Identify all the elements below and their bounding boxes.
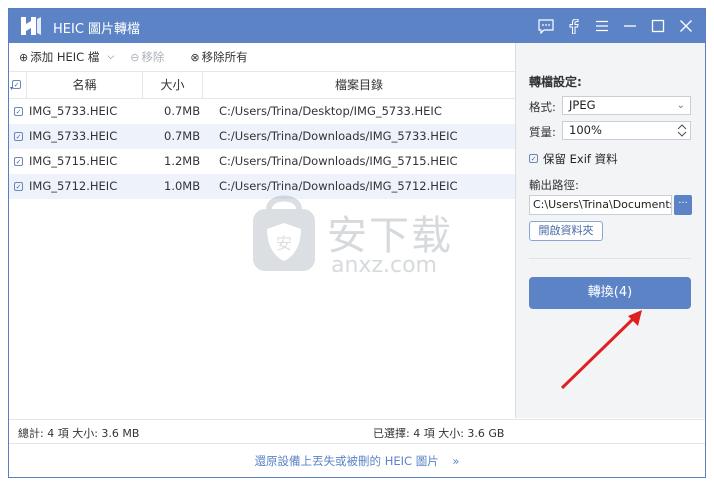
file-dir: C:/Users/Trina/Downloads/IMG_5715.HEIC	[219, 154, 458, 168]
stepper-arrows-icon[interactable]	[677, 123, 687, 138]
watermark-shield-icon: 安	[253, 195, 315, 271]
settings-title: 轉檔設定:	[529, 75, 582, 89]
table-row[interactable]: ✓ IMG_5715.HEIC 1.2MB C:/Users/Trina/Dow…	[9, 149, 515, 174]
file-name: IMG_5712.HEIC	[29, 179, 118, 193]
row-checkbox[interactable]: ✓	[14, 107, 23, 116]
output-path-field[interactable]: C:\Users\Trina\Documents\	[529, 195, 672, 215]
open-folder-button[interactable]: 開啟資料夾	[529, 221, 603, 241]
minimize-icon[interactable]	[617, 15, 643, 37]
row-checkbox[interactable]: ✓	[14, 182, 23, 191]
x-circle-icon: ⊗	[190, 50, 200, 64]
red-arrow-annotation	[560, 310, 642, 390]
file-name: IMG_5715.HEIC	[29, 154, 118, 168]
file-size: 0.7MB	[164, 129, 201, 143]
remove-label: 移除	[141, 50, 165, 64]
list-toolbar: ⊕ 添加 HEIC 檔 ⌵ ⊖ 移除 ⊗ 移除所有	[9, 43, 515, 71]
quality-value: 100%	[569, 123, 602, 137]
remove-all-label: 移除所有	[201, 50, 248, 64]
select-all-checkbox[interactable]: ✓ ▾	[9, 72, 27, 98]
add-heic-button[interactable]: ⊕ 添加 HEIC 檔 ⌵	[19, 49, 114, 65]
file-size: 1.0MB	[164, 179, 201, 193]
feedback-icon[interactable]	[533, 15, 559, 37]
file-dir: C:/Users/Trina/Downloads/IMG_5733.HEIC	[219, 129, 458, 143]
plus-circle-icon: ⊕	[19, 50, 29, 64]
chevron-down-icon: ⌄	[676, 100, 685, 111]
svg-text:安: 安	[276, 234, 292, 253]
minus-circle-icon: ⊖	[130, 50, 140, 64]
remove-all-button[interactable]: ⊗ 移除所有	[190, 49, 247, 65]
quality-stepper[interactable]: 100%	[562, 121, 691, 140]
status-total: 總計: 4 項 大小: 3.6 MB	[18, 427, 140, 440]
table-header: ✓ ▾ 名稱 大小 檔案目錄	[9, 71, 515, 99]
file-name: IMG_5733.HEIC	[29, 104, 118, 118]
format-value: JPEG	[569, 98, 596, 112]
format-select[interactable]: JPEG ⌄	[562, 96, 691, 115]
divider	[529, 258, 691, 259]
checkbox-checked-icon: ✓	[12, 80, 21, 89]
status-selected: 已選擇: 4 項 大小: 3.6 GB	[373, 427, 505, 440]
col-header-size[interactable]: 大小	[143, 72, 203, 98]
file-dir: C:/Users/Trina/Desktop/IMG_5733.HEIC	[219, 104, 442, 118]
file-name: IMG_5733.HEIC	[29, 129, 118, 143]
maximize-icon[interactable]	[645, 15, 671, 37]
format-label: 格式:	[529, 100, 556, 114]
col-header-name[interactable]: 名稱	[27, 72, 143, 98]
table-row[interactable]: ✓ IMG_5733.HEIC 0.7MB C:/Users/Trina/Dow…	[9, 124, 515, 149]
row-checkbox[interactable]: ✓	[14, 132, 23, 141]
table-row[interactable]: ✓ IMG_5733.HEIC 0.7MB C:/Users/Trina/Des…	[9, 99, 515, 124]
recover-link[interactable]: 還原設備上丟失或被刪的 HEIC 圖片 »	[9, 443, 705, 478]
recover-link-text: 還原設備上丟失或被刪的 HEIC 圖片	[254, 454, 439, 468]
file-size: 1.2MB	[164, 154, 201, 168]
browse-button[interactable]: ···	[674, 195, 692, 215]
checkbox-checked-icon: ✓	[529, 154, 538, 163]
title-bar: HEIC 圖片轉檔	[9, 9, 705, 43]
watermark-sub: anxz.com	[331, 253, 437, 278]
double-chevron-icon: »	[452, 454, 460, 468]
window-title: HEIC 圖片轉檔	[53, 22, 141, 37]
watermark: 安 安下载 anxz.com	[249, 189, 479, 289]
status-bar: 總計: 4 項 大小: 3.6 MB 已選擇: 4 項 大小: 3.6 GB	[9, 419, 705, 444]
facebook-icon[interactable]	[561, 15, 587, 37]
row-checkbox[interactable]: ✓	[14, 157, 23, 166]
quality-label: 質量:	[529, 125, 556, 139]
chevron-down-icon[interactable]: ⌵	[107, 52, 114, 62]
app-window: HEIC 圖片轉檔 ⊕ 添加 HEIC 檔 ⌵ ⊖ 移除 ⊗ 移除所有 ✓ ▾ …	[8, 8, 706, 478]
add-heic-label: 添加 HEIC 檔	[30, 50, 100, 64]
file-size: 0.7MB	[164, 104, 201, 118]
menu-icon[interactable]	[589, 15, 615, 37]
col-header-dir[interactable]: 檔案目錄	[203, 72, 515, 98]
close-icon[interactable]	[673, 15, 699, 37]
remove-button[interactable]: ⊖ 移除	[130, 49, 164, 65]
app-logo-icon	[21, 17, 41, 35]
keep-exif-label: 保留 Exif 資料	[543, 152, 618, 166]
output-path-label: 輸出路徑:	[529, 178, 579, 192]
